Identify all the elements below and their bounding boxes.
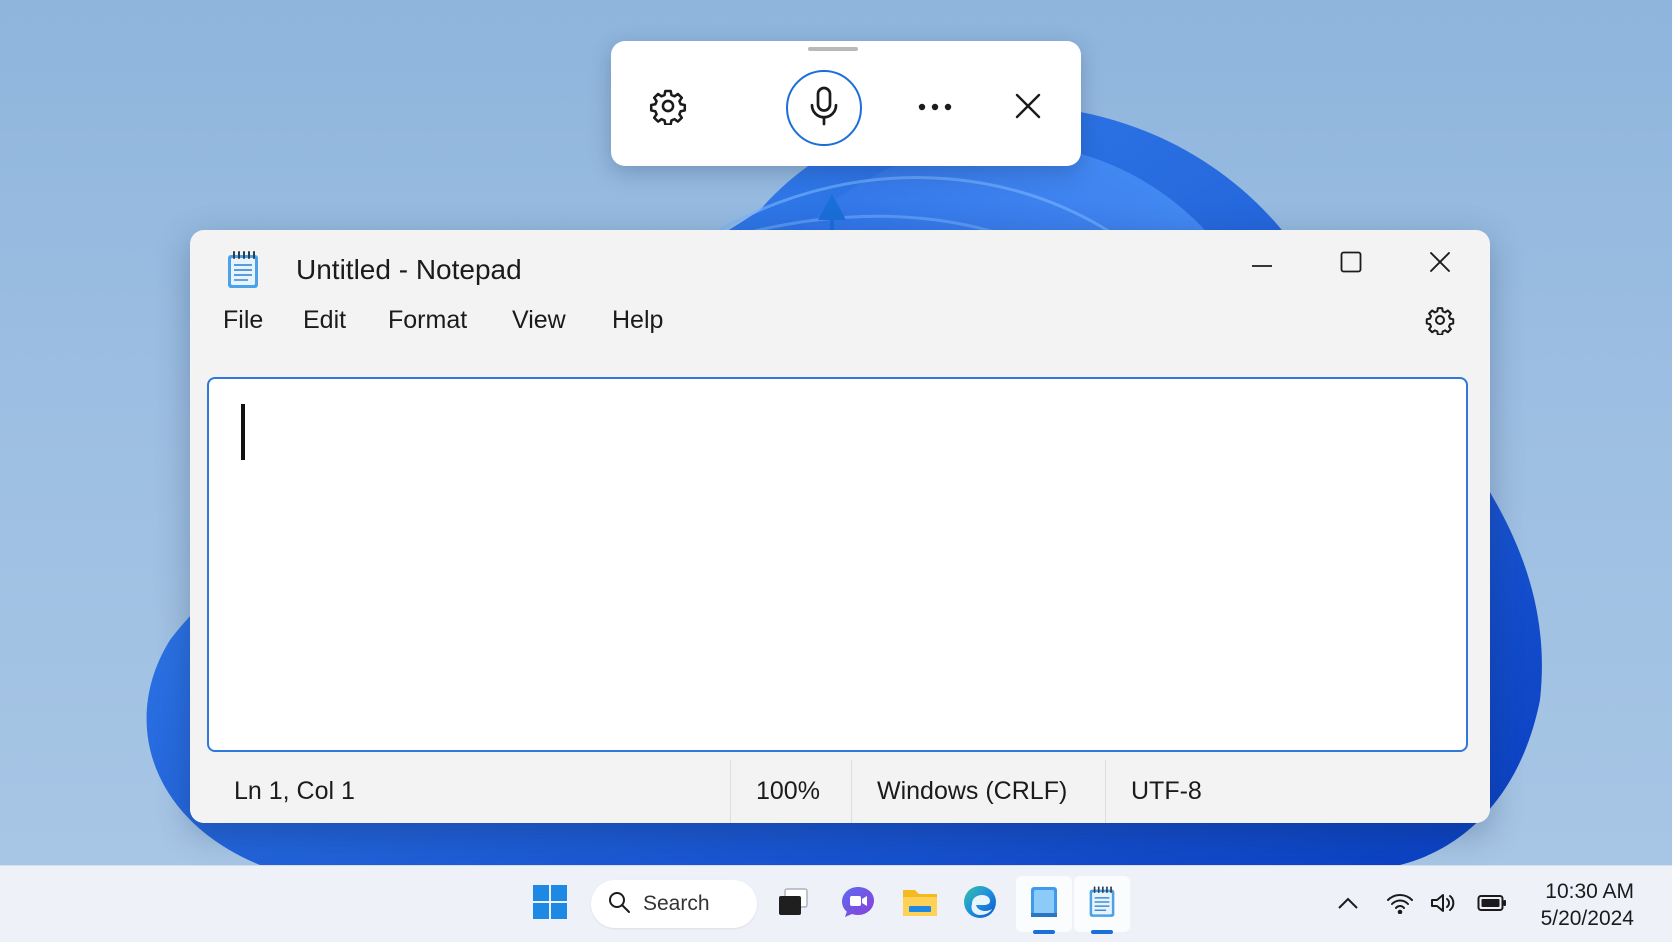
task-view-button[interactable] [765,876,821,932]
microphone-button[interactable] [786,70,862,146]
volume-icon [1429,891,1459,920]
close-icon [1429,251,1451,278]
more-options-button[interactable] [911,84,959,132]
menu-format[interactable]: Format [384,302,471,339]
battery-icon [1477,894,1507,917]
title-bar[interactable]: Untitled - Notepad [190,230,1490,288]
notepad-settings-button[interactable] [1420,302,1460,342]
meet-icon [840,885,876,924]
minimize-icon [1251,255,1273,273]
clock[interactable]: 10:30 AM 5/20/2024 [1522,878,1634,932]
search-icon [607,890,631,919]
minimize-button[interactable] [1230,242,1294,286]
maximize-icon [1340,251,1362,278]
volume-button[interactable] [1426,888,1462,922]
task-view-icon [777,887,809,922]
active-indicator [1033,930,1055,934]
clock-date: 5/20/2024 [1540,907,1634,930]
taskbar-app-notepad[interactable] [1074,876,1130,934]
wifi-icon [1386,892,1414,919]
show-hidden-icons-button[interactable] [1330,888,1366,922]
menu-edit[interactable]: Edit [299,302,350,339]
window-title: Untitled - Notepad [296,254,522,285]
gear-icon [1425,305,1455,340]
status-bar: Ln 1, Col 1 100% Windows (CRLF) UTF-8 [190,760,1490,823]
drag-handle[interactable] [808,47,858,51]
text-editor[interactable] [207,377,1468,752]
voice-typing-toolbar [611,41,1081,166]
voice-settings-button[interactable] [644,84,692,132]
close-icon [1014,92,1042,125]
battery-button[interactable] [1474,888,1510,922]
close-window-button[interactable] [1408,242,1472,286]
line-ending[interactable]: Windows (CRLF) [851,760,1067,823]
menu-help[interactable]: Help [608,302,667,339]
menu-file[interactable]: File [219,302,267,339]
notepad-window: Untitled - Notepad File Edit Format View… [190,230,1490,823]
start-button[interactable] [522,876,578,932]
zoom-level[interactable]: 100% [730,760,820,823]
taskbar-search[interactable]: Search [591,880,757,928]
more-horizontal-icon [917,99,953,117]
voice-close-button[interactable] [1004,84,1052,132]
chevron-up-icon [1337,896,1359,915]
file-explorer-icon [901,886,939,923]
edge-icon [962,884,998,925]
menu-bar: File Edit Format View Help [190,288,1490,348]
taskbar-app-notepad-alt[interactable] [1016,876,1072,934]
file-explorer-button[interactable] [892,876,948,932]
clock-time: 10:30 AM [1545,880,1634,903]
windows-start-icon [533,884,567,924]
encoding[interactable]: UTF-8 [1105,760,1202,823]
wifi-button[interactable] [1382,888,1418,922]
meet-button[interactable] [830,876,886,932]
edge-button[interactable] [952,876,1008,932]
menu-view[interactable]: View [508,302,570,339]
text-cursor [241,404,245,460]
active-indicator [1091,930,1113,934]
notepad-icon [1088,885,1116,924]
taskbar: Search 10:30 AM 5/20/2024 [0,865,1672,942]
maximize-button[interactable] [1319,242,1383,286]
notepad-app-icon [1029,885,1059,924]
search-label: Search [643,892,710,915]
cursor-position: Ln 1, Col 1 [234,777,355,805]
microphone-icon [806,85,842,132]
gear-icon [649,87,687,130]
